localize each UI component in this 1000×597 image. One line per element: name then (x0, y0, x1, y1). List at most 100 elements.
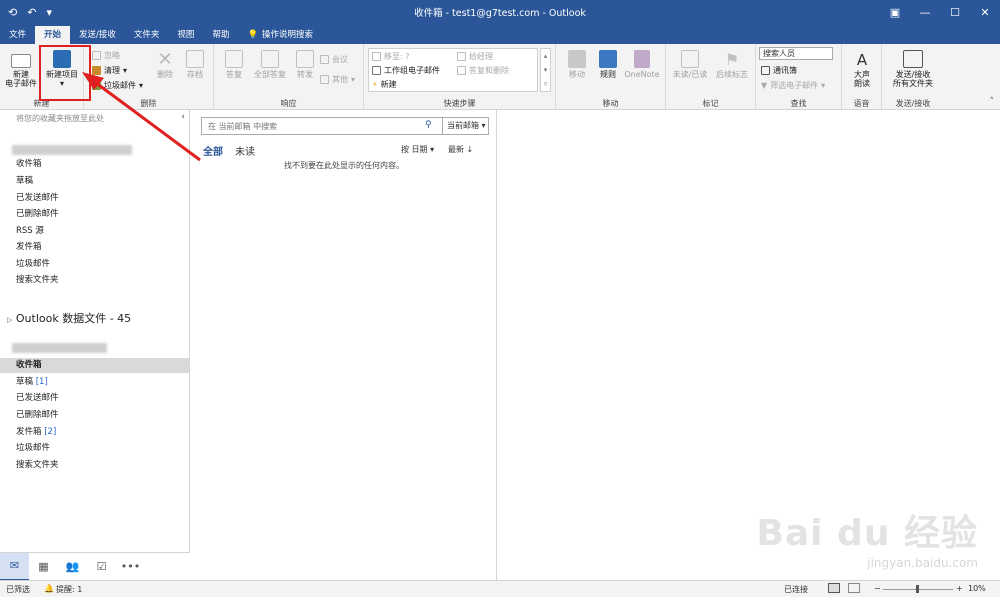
send-receive-all-label-2: 所有文件夹 (893, 79, 933, 88)
tab-view[interactable]: 视图 (168, 26, 203, 44)
folder-inbox-2[interactable]: 收件箱 (0, 358, 189, 373)
address-book-button[interactable]: 通讯簿 (761, 65, 797, 76)
reply-label: 答复 (226, 70, 242, 79)
mail-icon[interactable]: ✉ (0, 552, 29, 581)
group-respond-label: 响应 (280, 99, 297, 108)
tab-send-receive[interactable]: 发送/接收 (70, 26, 125, 44)
collapse-pane-icon[interactable]: ‹ (181, 112, 185, 122)
filter-email-button[interactable]: ▼ 筛选电子邮件 ▾ (761, 80, 825, 91)
lightning-icon: ⚡ (372, 80, 378, 89)
quickstep-to-manager[interactable]: 给经理 (457, 51, 493, 62)
send-receive-all-button[interactable]: 发送/接收 所有文件夹 (886, 50, 940, 88)
delete-icon: ✕ (157, 49, 173, 70)
junk-button[interactable]: 垃圾邮件 ▾ (92, 80, 143, 91)
collapse-ribbon-icon[interactable]: ˄ (990, 97, 995, 107)
ribbon-display-icon[interactable]: ▣ (880, 0, 910, 24)
lightbulb-icon: 💡 (247, 30, 259, 40)
onenote-button[interactable]: OneNote (622, 50, 662, 79)
people-icon[interactable]: 👥 (58, 553, 87, 581)
customize-icon[interactable]: ▾ (46, 6, 52, 19)
calendar-icon[interactable]: ▦ (29, 553, 58, 581)
tab-folder[interactable]: 文件夹 (125, 26, 169, 44)
cleanup-button[interactable]: 清理 ▾ (92, 65, 127, 76)
unread-read-button[interactable]: 未读/已读 (670, 50, 710, 79)
tab-help[interactable]: 帮助 (203, 26, 238, 44)
read-aloud-label-2: 朗读 (854, 79, 870, 88)
archive-button[interactable]: 存档 (182, 50, 208, 79)
tasks-icon[interactable]: ☑ (87, 553, 116, 581)
forward-icon (296, 50, 314, 68)
maximize-icon[interactable]: ☐ (940, 0, 970, 24)
new-email-button[interactable]: 新建 电子邮件 (4, 50, 38, 88)
move-button[interactable]: 移动 (562, 50, 592, 79)
account1-header[interactable] (12, 145, 132, 155)
search-scope-dropdown[interactable]: 当前邮箱 ▾ (442, 118, 489, 134)
more-icon[interactable]: ••• (116, 553, 145, 581)
datafile-header[interactable]: ▷ Outlook 数据文件 - 45 (7, 310, 131, 326)
tell-me-label: 操作说明搜索 (262, 30, 314, 40)
forward-button[interactable]: 转发 (292, 50, 318, 79)
filter-tabs: 全部 未读 (203, 143, 255, 158)
reading-view-icon[interactable] (848, 583, 860, 593)
close-icon[interactable]: ✕ (970, 0, 1000, 24)
account2-header[interactable] (12, 343, 107, 353)
minimize-icon[interactable]: — (910, 0, 940, 24)
folder-search-2[interactable]: 搜索文件夹 (16, 458, 59, 473)
folder-outbox-2[interactable]: 发件箱 [2] (16, 425, 56, 440)
quickstep-move-to[interactable]: 移至: ? (372, 51, 409, 62)
normal-view-icon[interactable] (828, 583, 840, 593)
folder-deleted-1[interactable]: 已删除邮件 (16, 207, 59, 222)
meeting-button[interactable]: 会议 (320, 54, 348, 65)
tell-me-search[interactable]: 💡 操作说明搜索 (238, 26, 322, 44)
folder-drafts-1[interactable]: 草稿 (16, 174, 33, 189)
more-respond-button[interactable]: 其他 ▾ (320, 74, 355, 85)
quickstep-new[interactable]: ⚡ 新建 (372, 79, 397, 90)
status-reminder[interactable]: 提醒: 1 (56, 584, 82, 595)
delete-button[interactable]: ✕ 删除 (152, 49, 178, 80)
undo-icon[interactable]: ↶ (27, 6, 36, 19)
folder-sent-2[interactable]: 已发送邮件 (16, 391, 59, 406)
folder-junk-2[interactable]: 垃圾邮件 (16, 441, 50, 456)
zoom-out-icon[interactable]: − (874, 584, 881, 593)
folder-deleted-2[interactable]: 已删除邮件 (16, 408, 59, 423)
sort-order-label: 最新 (448, 145, 464, 154)
folder-junk-1[interactable]: 垃圾邮件 (16, 257, 50, 272)
sort-order-toggle[interactable]: 最新 ↓ (448, 144, 473, 155)
folder-search-1[interactable]: 搜索文件夹 (16, 273, 59, 288)
rules-button[interactable]: 规则 (594, 50, 622, 79)
tab-home[interactable]: 开始 (35, 26, 71, 44)
quickstep-reply-delete[interactable]: 答复和删除 (457, 65, 509, 76)
group-send-receive: 发送/接收 所有文件夹 发送/接收 (882, 44, 944, 110)
folder-inbox-1[interactable]: 收件箱 (16, 157, 42, 172)
window-controls: ▣ — ☐ ✕ (880, 0, 1000, 24)
reply-button[interactable]: 答复 (220, 50, 248, 79)
junk-label: 垃圾邮件 (104, 81, 136, 90)
rules-label: 规则 (600, 70, 616, 79)
search-people-input[interactable]: 搜索人员 (759, 47, 833, 60)
zoom-slider-thumb[interactable] (916, 585, 919, 593)
folder-rss-1[interactable]: RSS 源 (16, 224, 44, 239)
filter-all[interactable]: 全部 (203, 143, 223, 158)
forward-icon (457, 52, 466, 61)
search-scope-label: 当前邮箱 (447, 121, 479, 130)
search-icon[interactable]: ⚲ (425, 120, 432, 130)
folder-sent-1[interactable]: 已发送邮件 (16, 191, 59, 206)
folder-outbox-1[interactable]: 发件箱 (16, 240, 42, 255)
reply-all-button[interactable]: 全部答复 (250, 50, 290, 79)
tab-file[interactable]: 文件 (0, 26, 35, 44)
folder-drafts-2[interactable]: 草稿 [1] (16, 375, 48, 390)
followup-button[interactable]: ⚑ 后续标志 (712, 50, 752, 79)
read-aloud-icon: A (856, 51, 868, 69)
quickstep-team-email[interactable]: 工作组电子邮件 (372, 65, 440, 76)
search-input[interactable] (202, 118, 438, 134)
sort-by-dropdown[interactable]: 按 日期 ▾ (401, 144, 434, 155)
zoom-level[interactable]: 10% (968, 584, 986, 593)
send-receive-icon[interactable]: ⟲ (8, 6, 17, 19)
quicksteps-scroll[interactable]: ▴ ▾ ▿ (540, 48, 551, 92)
ignore-button[interactable]: 忽略 (92, 50, 120, 61)
zoom-in-icon[interactable]: + (956, 584, 963, 593)
filter-unread[interactable]: 未读 (235, 143, 255, 158)
move-icon (568, 50, 586, 68)
expand-icon: ▷ (7, 316, 13, 324)
read-aloud-button[interactable]: A 大声 朗读 (846, 50, 878, 88)
